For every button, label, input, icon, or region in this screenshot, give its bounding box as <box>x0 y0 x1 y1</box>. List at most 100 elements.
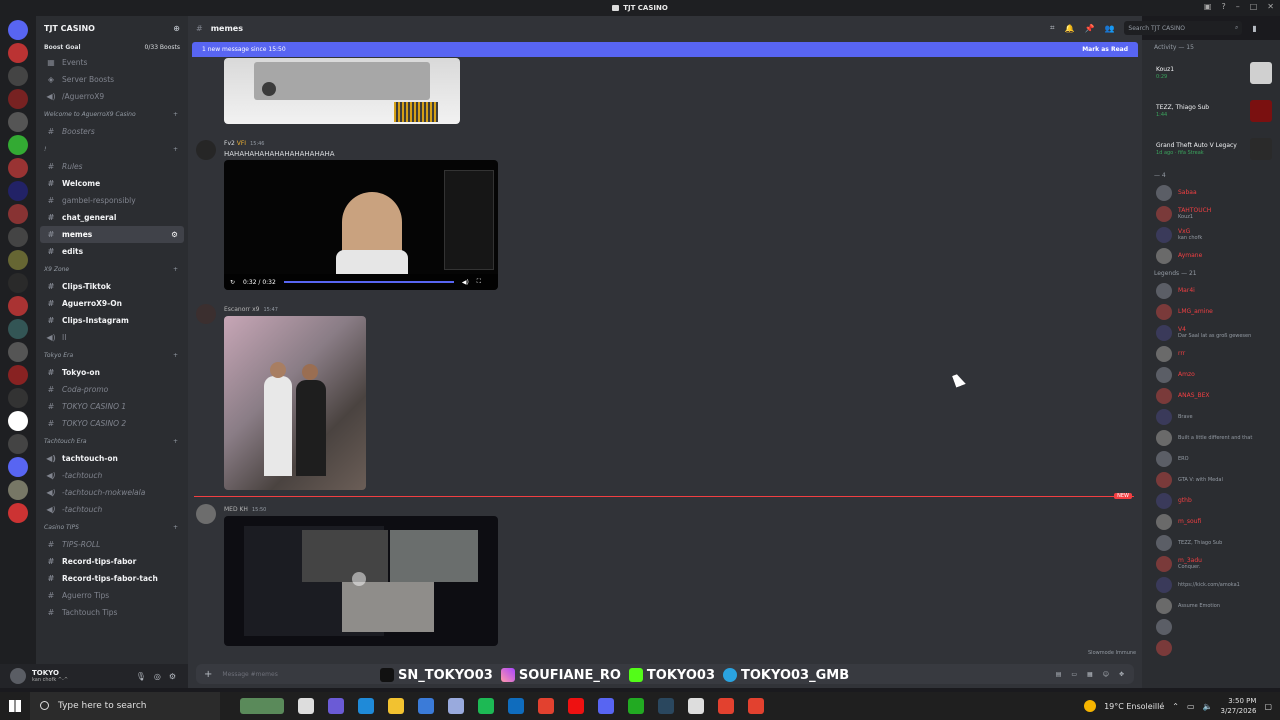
channel-item[interactable]: # AguerroX9-On <box>36 295 188 312</box>
server-icon[interactable] <box>8 89 28 109</box>
avatar[interactable] <box>1156 324 1172 341</box>
avatar[interactable] <box>1156 576 1172 593</box>
author-name[interactable]: MED KH <box>224 506 248 513</box>
add-channel-icon[interactable]: + <box>173 438 178 445</box>
category-header[interactable]: Tokyo Era + <box>36 346 188 364</box>
channel-item[interactable]: # Clips-Tiktok <box>36 278 188 295</box>
pin-icon[interactable]: 📌 <box>1084 24 1094 33</box>
member-item[interactable]: https://kick.com/amoka1 <box>1142 574 1280 595</box>
channel-item[interactable]: ◀) tachtouch-on <box>36 450 188 467</box>
member-item[interactable] <box>1142 637 1280 658</box>
add-channel-icon[interactable]: + <box>173 266 178 273</box>
avatar[interactable] <box>1156 534 1172 551</box>
message-author[interactable]: Escanorr x9 15:47 <box>224 306 278 313</box>
video-progress[interactable] <box>283 281 454 283</box>
avatar[interactable] <box>1156 597 1172 614</box>
landscape-icon[interactable] <box>240 698 284 714</box>
avatar[interactable] <box>1156 450 1172 467</box>
member-item[interactable]: Mar4i <box>1142 280 1280 301</box>
fullscreen-icon[interactable]: ⛶ <box>477 278 481 286</box>
maximize-button[interactable]: □ <box>1250 2 1258 11</box>
close-button[interactable]: ✕ <box>1267 2 1274 11</box>
avatar[interactable] <box>1156 471 1172 488</box>
member-item[interactable]: Sabaa <box>1142 182 1280 203</box>
channel-item[interactable]: # TOKYO CASINO 1 <box>36 398 188 415</box>
avatar[interactable] <box>1156 555 1172 572</box>
boost-goal[interactable]: Boost Goal 0/33 Boosts <box>40 40 184 54</box>
server-icon[interactable] <box>8 457 28 477</box>
member-item[interactable]: GTA V: with Medal <box>1142 469 1280 490</box>
member-item[interactable]: LMG_amine <box>1142 301 1280 322</box>
avatar[interactable] <box>1156 639 1172 656</box>
member-item[interactable]: Built a little different and that <box>1142 427 1280 448</box>
explorer-icon[interactable] <box>388 698 404 714</box>
member-item[interactable]: Aymane <box>1142 245 1280 266</box>
add-channel-icon[interactable]: + <box>173 352 178 359</box>
app-icon[interactable] <box>448 698 464 714</box>
server-icon[interactable] <box>8 480 28 500</box>
avatar[interactable] <box>1156 429 1172 446</box>
minimize-button[interactable]: – <box>1236 2 1240 11</box>
channel-item[interactable]: ◀) -tachtouch <box>36 501 188 518</box>
inbox-icon[interactable]: ▣ <box>1204 2 1212 11</box>
volume-icon[interactable]: ◀) <box>462 279 469 286</box>
spotify-icon[interactable] <box>478 698 494 714</box>
channel-settings-icon[interactable]: ⚙ <box>171 230 178 239</box>
channel-item[interactable]: # TIPS-ROLL <box>36 536 188 553</box>
server-icon[interactable] <box>8 158 28 178</box>
chevron-up-icon[interactable]: ⌃ <box>1172 702 1179 711</box>
member-item[interactable]: Brave <box>1142 406 1280 427</box>
steam-icon[interactable] <box>658 698 674 714</box>
member-item[interactable]: TEZZ, Thiago Sub 1:44 <box>1142 92 1280 130</box>
avatar[interactable] <box>1156 184 1172 201</box>
avatar[interactable] <box>1156 366 1172 383</box>
server-icon[interactable] <box>8 135 28 155</box>
task-view-icon[interactable] <box>298 698 314 714</box>
weather-icon[interactable] <box>1084 700 1097 712</box>
help-icon[interactable]: ? <box>1221 2 1225 11</box>
server-icon[interactable] <box>8 503 28 523</box>
channel-item[interactable]: # Welcome <box>36 175 188 192</box>
add-attachment-icon[interactable]: + <box>204 669 212 680</box>
discord-icon[interactable] <box>598 698 614 714</box>
avatar[interactable] <box>1156 387 1172 404</box>
member-item[interactable]: V4 Dar Saal lat as groß gewesen <box>1142 322 1280 343</box>
gear-icon[interactable]: ⚙ <box>169 672 176 681</box>
add-channel-icon[interactable]: + <box>173 146 178 153</box>
member-item[interactable]: Kouz1 0:29 <box>1142 54 1280 92</box>
member-item[interactable]: gthb <box>1142 490 1280 511</box>
channel-item[interactable]: # Record-tips-fabor <box>36 553 188 570</box>
member-item[interactable]: ANAS_BEX <box>1142 385 1280 406</box>
category-header[interactable]: ! + <box>36 140 188 158</box>
server-icon[interactable] <box>8 204 28 224</box>
avatar[interactable] <box>10 668 26 684</box>
channel-item[interactable]: # Tokyo-on <box>36 364 188 381</box>
avatar[interactable] <box>1156 205 1172 222</box>
member-item[interactable]: m_3adu Conquer. <box>1142 553 1280 574</box>
mic-icon[interactable]: 🎙 <box>136 672 146 681</box>
taskbar-search[interactable]: Type here to search <box>30 692 220 720</box>
avatar[interactable] <box>1156 492 1172 509</box>
member-item[interactable] <box>1142 616 1280 637</box>
channel-item[interactable]: ◀) -tachtouch-mokwelala <box>36 484 188 501</box>
avatar[interactable] <box>1156 303 1172 320</box>
channel-item[interactable]: # edits <box>36 243 188 260</box>
add-member-icon[interactable]: ⊕ <box>173 24 180 33</box>
channel-item[interactable]: ◀) /AguerroX9 <box>36 88 188 105</box>
gift-icon[interactable]: ▤ <box>1056 671 1062 678</box>
channel-item[interactable]: # Record-tips-fabor-tach <box>36 570 188 587</box>
server-icon[interactable] <box>8 434 28 454</box>
windows-start-icon[interactable] <box>9 700 21 712</box>
category-header[interactable]: Welcome to AguerroX9 Casino + <box>36 105 188 123</box>
channel-item[interactable]: # Clips-Instagram <box>36 312 188 329</box>
avatar[interactable] <box>1156 408 1172 425</box>
channel-item[interactable]: # Aguerro Tips <box>36 587 188 604</box>
chrome-icon[interactable] <box>748 698 764 714</box>
photo-image[interactable] <box>224 316 366 490</box>
member-item[interactable]: TEZZ, Thiago Sub <box>1142 532 1280 553</box>
channel-item[interactable]: # TOKYO CASINO 2 <box>36 415 188 432</box>
server-icon[interactable] <box>8 296 28 316</box>
add-channel-icon[interactable]: + <box>173 111 178 118</box>
pcb-image[interactable] <box>224 58 460 124</box>
threads-icon[interactable]: ⌗ <box>1050 23 1055 33</box>
